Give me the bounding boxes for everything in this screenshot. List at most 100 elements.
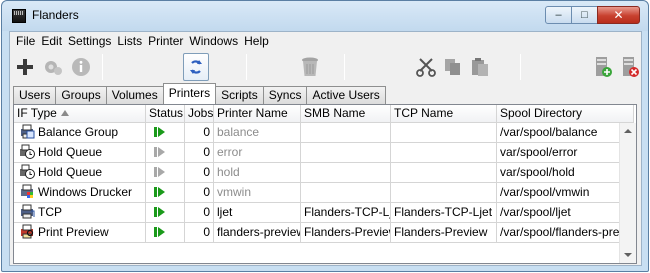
col-jobs[interactable]: Jobs — [185, 105, 214, 123]
windows-printer-icon — [19, 183, 35, 199]
vertical-scrollbar[interactable] — [619, 123, 636, 263]
table-row[interactable]: Hold Queue 0 hold var/spool/hold — [14, 163, 634, 183]
server-remove-icon[interactable] — [617, 53, 643, 81]
menu-file[interactable]: File — [13, 34, 38, 48]
cell-status — [146, 203, 185, 223]
cell-if-type: Balance Group — [14, 123, 146, 143]
tab-active-users[interactable]: Active Users — [306, 86, 386, 104]
cell-spool-directory: /var/spool/ljet — [497, 203, 634, 223]
scroll-up-icon[interactable] — [624, 129, 632, 133]
add-icon[interactable] — [12, 53, 38, 81]
col-spool-directory[interactable]: Spool Directory — [497, 105, 634, 123]
app-icon — [12, 9, 26, 23]
info-icon[interactable] — [68, 53, 94, 81]
cell-printer-name: ljet — [214, 203, 301, 223]
window-title: Flanders — [32, 8, 79, 22]
menu-edit[interactable]: Edit — [38, 34, 65, 48]
menu-windows[interactable]: Windows — [186, 34, 241, 48]
tab-syncs[interactable]: Syncs — [262, 86, 308, 104]
cell-smb-name — [301, 163, 391, 183]
tcp-printer-icon — [19, 203, 35, 219]
cell-tcp-name: Flanders-Preview — [391, 223, 497, 243]
col-smb-name[interactable]: SMB Name — [301, 105, 391, 123]
cell-printer-name: balance — [214, 123, 301, 143]
trash-icon[interactable] — [297, 53, 323, 81]
cell-smb-name — [301, 143, 391, 163]
cell-status — [146, 183, 185, 203]
copy-icon[interactable] — [440, 53, 466, 81]
tab-scripts[interactable]: Scripts — [215, 86, 264, 104]
cell-smb-name — [301, 183, 391, 203]
print-preview-icon — [19, 223, 35, 239]
col-if-type[interactable]: IF Type — [14, 105, 146, 123]
title-bar[interactable]: Flanders – □ ✕ — [2, 1, 648, 31]
tab-volumes[interactable]: Volumes — [105, 86, 164, 104]
cell-spool-directory: /var/spool/flanders-preview — [497, 223, 634, 243]
minimize-button[interactable]: – — [545, 6, 572, 24]
tab-users[interactable]: Users — [13, 86, 57, 104]
menu-help[interactable]: Help — [241, 34, 272, 48]
cell-printer-name: flanders-preview — [214, 223, 301, 243]
table-row[interactable]: Print Preview 0 flanders-preview Flanders-P… — [14, 223, 634, 243]
menu-settings[interactable]: Settings — [65, 34, 114, 48]
maximize-button[interactable]: □ — [571, 6, 598, 24]
client-area: File Edit Settings Lists Printer Windows… — [9, 31, 642, 266]
cell-status — [146, 123, 185, 143]
cell-jobs: 0 — [185, 183, 214, 203]
tab-bar: Users Groups Volumes Printers Scripts Sy… — [13, 83, 386, 104]
cell-status — [146, 163, 185, 183]
status-active-icon — [154, 207, 165, 217]
cell-tcp-name — [391, 163, 497, 183]
table-row[interactable]: Windows Drucker 0 vmwin/var/spool/vmwin — [14, 183, 634, 203]
cell-smb-name: Flanders-Preview — [301, 223, 391, 243]
close-button[interactable]: ✕ — [597, 6, 640, 24]
cell-printer-name: error — [214, 143, 301, 163]
status-inactive-icon — [154, 167, 165, 177]
table-body: Balance Group 0 balance/var/spool/balance H… — [14, 123, 634, 243]
hold-queue-icon — [19, 163, 35, 179]
cell-tcp-name — [391, 123, 497, 143]
col-printer-name[interactable]: Printer Name — [214, 105, 301, 123]
paste-icon[interactable] — [467, 53, 493, 81]
table-row[interactable]: Hold Queue 0 error var/spool/error — [14, 143, 634, 163]
cell-if-type: TCP — [14, 203, 146, 223]
cell-if-type: Hold Queue — [14, 143, 146, 163]
status-active-icon — [154, 127, 165, 137]
cell-spool-directory: /var/spool/vmwin — [497, 183, 634, 203]
menu-printer[interactable]: Printer — [145, 34, 186, 48]
cell-smb-name: Flanders-TCP-Ljet — [301, 203, 391, 223]
scroll-down-icon[interactable] — [624, 253, 632, 257]
printer-table: IF Type Status Jobs Printer Name SMB Nam… — [13, 104, 637, 264]
table-row[interactable]: Balance Group 0 balance/var/spool/balance — [14, 123, 634, 143]
cell-tcp-name: Flanders-TCP-Ljet — [391, 203, 497, 223]
app-window: Flanders – □ ✕ File Edit Settings Lists … — [1, 0, 649, 272]
menu-lists[interactable]: Lists — [114, 34, 145, 48]
status-inactive-icon — [154, 147, 165, 157]
col-status[interactable]: Status — [146, 105, 185, 123]
table-header: IF Type Status Jobs Printer Name SMB Nam… — [14, 105, 634, 123]
cell-printer-name: vmwin — [214, 183, 301, 203]
cell-jobs: 0 — [185, 203, 214, 223]
toolbar — [10, 51, 641, 84]
cell-if-type: Hold Queue — [14, 163, 146, 183]
tab-printers[interactable]: Printers — [162, 83, 217, 104]
balance-group-icon — [19, 123, 35, 139]
cell-tcp-name — [391, 143, 497, 163]
col-tcp-name[interactable]: TCP Name — [391, 105, 497, 123]
cell-smb-name — [301, 123, 391, 143]
cell-jobs: 0 — [185, 123, 214, 143]
status-active-icon — [154, 227, 165, 237]
cell-printer-name: hold — [214, 163, 301, 183]
table-row[interactable]: TCP0ljetFlanders-TCP-LjetFlanders-TCP-Lj… — [14, 203, 634, 223]
cell-jobs: 0 — [185, 163, 214, 183]
cell-status — [146, 223, 185, 243]
tab-groups[interactable]: Groups — [55, 86, 107, 104]
server-add-icon[interactable] — [590, 53, 616, 81]
settings-icon[interactable] — [40, 53, 66, 81]
cut-icon[interactable] — [413, 53, 439, 81]
cell-status — [146, 143, 185, 163]
cell-jobs: 0 — [185, 223, 214, 243]
refresh-icon[interactable] — [183, 53, 209, 81]
menu-bar: File Edit Settings Lists Printer Windows… — [10, 32, 641, 50]
cell-jobs: 0 — [185, 143, 214, 163]
